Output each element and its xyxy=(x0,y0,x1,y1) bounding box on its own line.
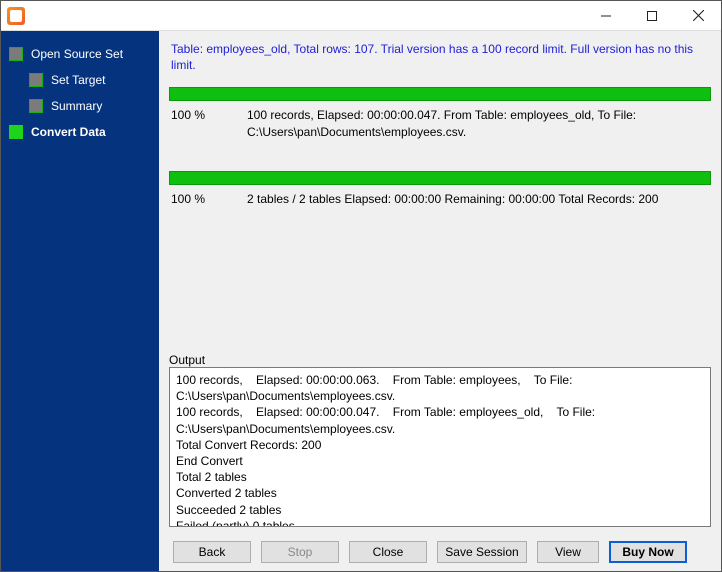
save-session-button[interactable]: Save Session xyxy=(437,541,527,563)
button-row: Back Stop Close Save Session View Buy No… xyxy=(169,541,711,563)
table-progress-row: 100 % 100 records, Elapsed: 00:00:00.047… xyxy=(169,101,711,143)
step-convert-data[interactable]: Convert Data xyxy=(1,119,159,145)
step-box-icon xyxy=(9,125,23,139)
step-box-icon xyxy=(29,73,43,87)
close-button[interactable]: Close xyxy=(349,541,427,563)
titlebar xyxy=(1,1,721,31)
step-label: Open Source Set xyxy=(31,47,123,61)
maximize-button[interactable] xyxy=(629,1,675,30)
wizard-sidebar: Open Source Set Set Target Summary Conve… xyxy=(1,31,159,571)
step-summary[interactable]: Summary xyxy=(1,93,159,119)
window-controls xyxy=(583,1,721,30)
table-progress-details: 100 records, Elapsed: 00:00:00.047. From… xyxy=(247,107,709,141)
table-progress-bar xyxy=(169,87,711,101)
buy-now-button[interactable]: Buy Now xyxy=(609,541,687,563)
step-set-target[interactable]: Set Target xyxy=(1,67,159,93)
minimize-button[interactable] xyxy=(583,1,629,30)
step-label: Convert Data xyxy=(31,125,106,139)
table-progress-percent: 100 % xyxy=(171,107,231,141)
close-window-button[interactable] xyxy=(675,1,721,30)
output-label: Output xyxy=(169,283,711,367)
stop-button: Stop xyxy=(261,541,339,563)
overall-progress-percent: 100 % xyxy=(171,191,231,208)
overall-progress-bar xyxy=(169,171,711,185)
step-open-source-set[interactable]: Open Source Set xyxy=(1,41,159,67)
step-box-icon xyxy=(29,99,43,113)
overall-progress-row: 100 % 2 tables / 2 tables Elapsed: 00:00… xyxy=(169,185,711,210)
trial-message: Table: employees_old, Total rows: 107. T… xyxy=(169,39,711,79)
output-textarea[interactable]: 100 records, Elapsed: 00:00:00.063. From… xyxy=(169,367,711,527)
step-label: Set Target xyxy=(51,73,105,87)
overall-progress-details: 2 tables / 2 tables Elapsed: 00:00:00 Re… xyxy=(247,191,709,208)
step-label: Summary xyxy=(51,99,102,113)
content-area: Open Source Set Set Target Summary Conve… xyxy=(1,31,721,571)
view-button[interactable]: View xyxy=(537,541,599,563)
app-icon xyxy=(7,7,25,25)
main-panel: Table: employees_old, Total rows: 107. T… xyxy=(159,31,721,571)
step-box-icon xyxy=(9,47,23,61)
back-button[interactable]: Back xyxy=(173,541,251,563)
